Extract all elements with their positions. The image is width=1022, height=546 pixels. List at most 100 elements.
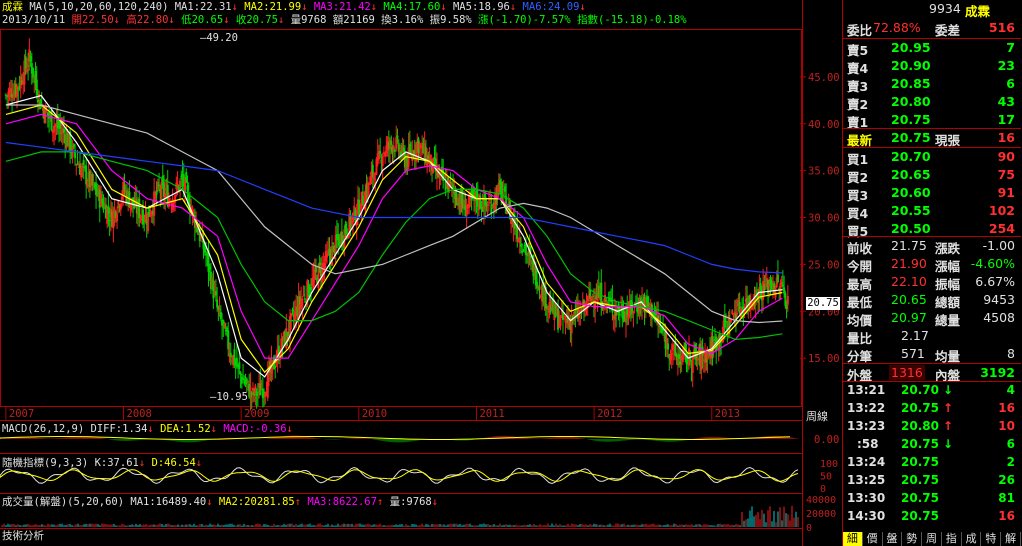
tick-volume: 81 bbox=[998, 491, 1015, 505]
tick-volume: 16 bbox=[998, 401, 1015, 415]
candle-body bbox=[142, 209, 144, 225]
candle-body bbox=[487, 204, 490, 206]
candle-body bbox=[255, 392, 258, 396]
bid-price: 20.65 bbox=[891, 167, 931, 182]
candle-body bbox=[307, 284, 310, 297]
candle-body bbox=[632, 311, 635, 314]
candle-body bbox=[16, 85, 18, 97]
min-price-label: —10.95 bbox=[210, 391, 248, 403]
tick-row: :58 20.75 ↓ 6 bbox=[843, 436, 1021, 453]
bid-volume: 102 bbox=[988, 203, 1015, 218]
candle-body bbox=[331, 245, 333, 266]
ask-row: 賣1 20.75 17 bbox=[843, 111, 1021, 130]
quote-tab[interactable]: 周 bbox=[922, 532, 942, 546]
stat-value: -1.00 bbox=[982, 238, 1015, 253]
candle-body bbox=[676, 357, 679, 366]
candle-body bbox=[774, 287, 777, 298]
bid-price: 20.50 bbox=[891, 221, 931, 236]
bid-price: 20.55 bbox=[891, 203, 931, 218]
candle-body bbox=[172, 202, 175, 204]
quote-tab[interactable]: 盤 bbox=[883, 532, 903, 546]
candle-body bbox=[783, 287, 786, 294]
down-arrow-icon: ↓ bbox=[943, 437, 954, 451]
candle-body bbox=[390, 140, 393, 145]
candle-body bbox=[86, 183, 89, 187]
candle-body bbox=[736, 312, 739, 315]
down-arrow-icon: ↓ bbox=[195, 457, 203, 469]
tick-price: 20.75 bbox=[901, 455, 939, 469]
stat-value: 20.65 bbox=[891, 292, 927, 307]
quote-tab[interactable]: 特 bbox=[981, 532, 1002, 546]
candle-body bbox=[227, 330, 230, 350]
quote-tabs[interactable]: 細價盤勢周指成特解 bbox=[843, 532, 1022, 546]
order-diff-value: 516 bbox=[988, 20, 1015, 35]
candle-body bbox=[223, 323, 226, 329]
up-arrow-icon: ↑ bbox=[376, 496, 384, 508]
quote-tab[interactable]: 解 bbox=[1001, 532, 1022, 546]
candle-body bbox=[281, 344, 284, 346]
ask-volume: 43 bbox=[997, 94, 1015, 109]
tick-time: 13:25 bbox=[847, 473, 886, 487]
quote-tab[interactable]: 勢 bbox=[902, 532, 923, 546]
cycle-button[interactable]: 周線 bbox=[806, 408, 828, 424]
y-tick-label: 15.00 bbox=[808, 353, 840, 365]
candle-body bbox=[465, 209, 468, 216]
candle-body bbox=[374, 178, 377, 180]
candle-body bbox=[647, 296, 650, 307]
candle-body bbox=[317, 264, 320, 289]
outer-inner-row: 外盤 1316 內盤 3192 bbox=[843, 364, 1021, 383]
candle-body bbox=[251, 387, 254, 391]
avg-vol-value: 8 bbox=[1007, 346, 1015, 361]
candle-body bbox=[247, 380, 249, 382]
ask-row: 賣5 20.95 7 bbox=[843, 39, 1021, 58]
candle-body bbox=[381, 156, 384, 167]
tick-row: 13:24 20.75 2 bbox=[843, 454, 1021, 471]
chart-area[interactable]: 成霖 MA(5,10,20,60,120,240) MA1:22.31↓ MA2… bbox=[0, 0, 842, 546]
candle-body bbox=[229, 352, 232, 358]
candle-body bbox=[155, 190, 158, 195]
candle-body bbox=[602, 307, 605, 310]
down-arrow-icon: ↓ bbox=[431, 496, 439, 508]
candle-body bbox=[303, 298, 306, 300]
ask-price: 20.75 bbox=[891, 112, 931, 127]
candle-body bbox=[291, 309, 294, 312]
bid-row: 買4 20.55 102 bbox=[843, 202, 1021, 221]
ask-volume: 17 bbox=[997, 112, 1015, 127]
ask-row: 賣3 20.85 6 bbox=[843, 75, 1021, 94]
trades-row: 分筆 571 均量 8 bbox=[843, 345, 1021, 364]
tick-price: 20.70 bbox=[901, 383, 939, 397]
candle-body bbox=[219, 311, 222, 319]
candle-body bbox=[37, 99, 39, 103]
candle-body bbox=[776, 274, 779, 283]
inner-value: 3192 bbox=[980, 365, 1015, 380]
candle-body bbox=[138, 198, 141, 219]
quote-title-row: 9934 成霖 bbox=[843, 0, 1021, 19]
quote-tab[interactable]: 指 bbox=[942, 532, 962, 546]
candle-body bbox=[618, 313, 621, 316]
quote-tab[interactable]: 成 bbox=[962, 532, 982, 546]
candle-body bbox=[678, 354, 681, 359]
outer-value: 1316 bbox=[889, 365, 925, 380]
candle-body bbox=[245, 378, 248, 383]
tick-price: 20.80 bbox=[901, 419, 939, 433]
tech-analysis-tab[interactable]: 技術分析 bbox=[2, 530, 44, 543]
candle-body bbox=[218, 308, 221, 311]
candle-body bbox=[121, 196, 123, 200]
ask-price: 20.80 bbox=[891, 94, 931, 109]
quote-tab[interactable]: 價 bbox=[863, 532, 883, 546]
bid-volume: 254 bbox=[988, 221, 1015, 236]
kd-d: D:46.54 bbox=[151, 457, 196, 469]
candle-body bbox=[408, 143, 411, 151]
tick-volume: 10 bbox=[998, 419, 1015, 433]
candle-body bbox=[780, 281, 783, 284]
y-tick-label: 30.00 bbox=[808, 213, 840, 225]
candle-body bbox=[696, 357, 699, 361]
candle-body bbox=[503, 186, 506, 192]
candle-body bbox=[116, 213, 119, 222]
candle-body bbox=[318, 262, 321, 266]
candle-body bbox=[559, 315, 562, 326]
bid-row: 買2 20.65 75 bbox=[843, 166, 1021, 185]
quote-tab[interactable]: 細 bbox=[843, 532, 863, 546]
candle-body bbox=[92, 181, 95, 183]
ask-price: 20.95 bbox=[891, 40, 931, 55]
